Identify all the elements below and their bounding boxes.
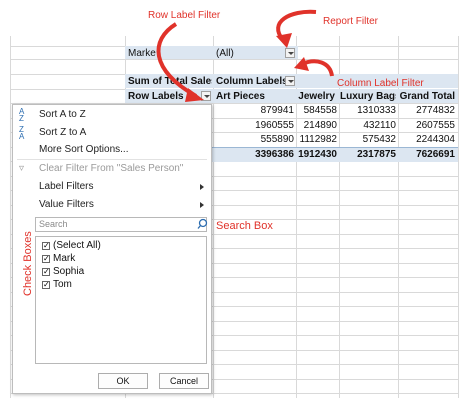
checkbox-label: (Select All)	[53, 240, 101, 251]
menu-item-label-filters[interactable]: Label Filters	[39, 181, 93, 192]
menu-separator	[17, 159, 207, 160]
search-icon-lens	[198, 218, 208, 228]
search-input[interactable]: Search	[35, 217, 207, 232]
menu-item-value-filters[interactable]: Value Filters	[39, 199, 94, 210]
row-label-filter-annotation: Row Label Filter	[148, 10, 221, 21]
row-label-arrowhead	[185, 88, 204, 102]
row-label-arrow	[156, 22, 197, 98]
sort-za-icon: ZA	[19, 125, 25, 141]
sort-az-icon: AZ	[19, 107, 25, 123]
checkbox-label: Mark	[53, 253, 76, 264]
clear-filter-icon: ▿	[19, 163, 25, 174]
chevron-right-icon	[200, 184, 204, 190]
search-icon-handle	[197, 225, 201, 229]
search-icon	[197, 218, 208, 229]
check-boxes-annotation: Check Boxes	[22, 231, 34, 296]
checkbox-label: Tom	[53, 279, 72, 290]
row-label-filter-menu: AZ Sort A to Z ZA Sort Z to A More Sort …	[12, 104, 212, 394]
checkbox-mark[interactable]: ✓	[42, 255, 50, 263]
checkbox-label: Sophia	[53, 266, 85, 277]
checkbox-sophia[interactable]: ✓	[42, 268, 50, 276]
menu-item-sort-z-a[interactable]: Sort Z to A	[39, 127, 86, 138]
menu-item-clear-filter: Clear Filter From "Sales Person"	[39, 163, 184, 174]
checkbox-select-all[interactable]: ✓	[42, 242, 50, 250]
search-placeholder: Search	[39, 219, 68, 229]
checkbox-list[interactable]: ✓ (Select All) ✓ Mark ✓ Sophia ✓ Tom	[35, 236, 207, 364]
menu-item-sort-a-z[interactable]: Sort A to Z	[39, 109, 86, 120]
cancel-button[interactable]: Cancel	[159, 373, 209, 389]
checkbox-tom[interactable]: ✓	[42, 281, 50, 289]
column-label-filter-annotation: Column Label Filter	[337, 78, 424, 89]
ok-button[interactable]: OK	[98, 373, 148, 389]
chevron-right-icon	[200, 202, 204, 208]
report-filter-annotation: Report Filter	[323, 16, 379, 27]
search-box-annotation: Search Box	[216, 220, 273, 232]
menu-item-more-sort-options[interactable]: More Sort Options...	[39, 144, 128, 155]
